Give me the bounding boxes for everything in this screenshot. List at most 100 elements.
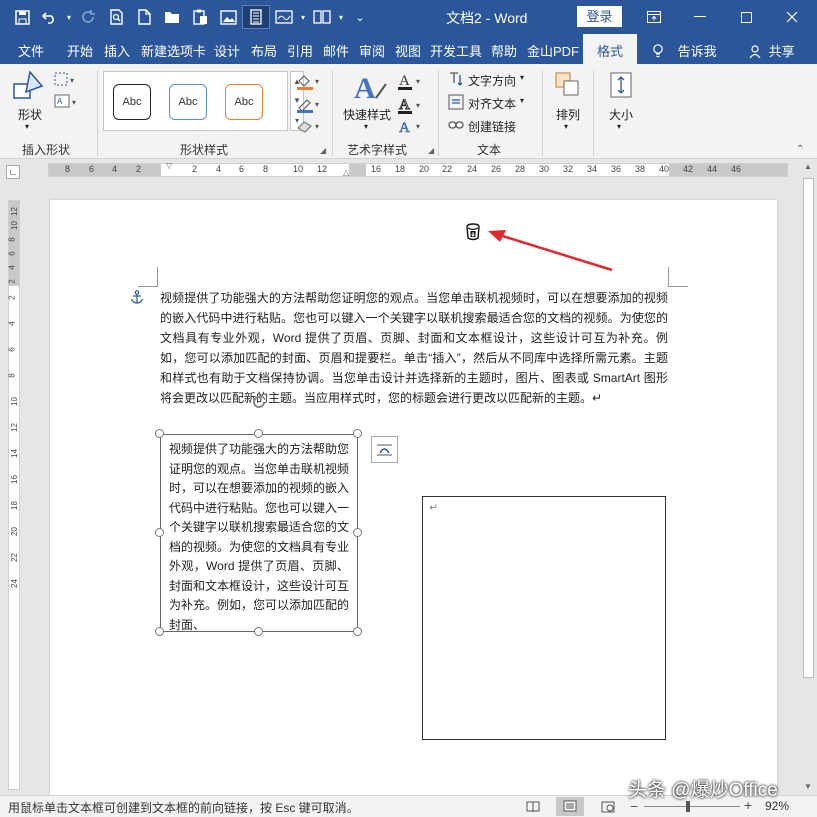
watermark: 头条 @爆炒Office — [628, 780, 778, 801]
quick-styles-button[interactable]: A 快速样式 ▾ — [340, 70, 396, 132]
link-cursor-icon — [466, 223, 480, 241]
layout-dropdown-icon[interactable]: ▾ — [298, 5, 308, 29]
ribbon-display-options-icon[interactable] — [631, 0, 677, 34]
link-icon — [448, 121, 464, 129]
more-icon[interactable]: ⌄ — [346, 5, 374, 29]
tab-references[interactable]: 引用 — [287, 41, 313, 60]
tab-kingsoft-pdf[interactable]: 金山PDF — [527, 41, 579, 60]
share-button[interactable]: 共享 — [749, 41, 795, 60]
open-icon[interactable] — [158, 5, 186, 29]
save-icon[interactable] — [8, 5, 36, 29]
align-text-label: 对齐文本 — [468, 97, 517, 111]
layout-options-button[interactable] — [371, 436, 398, 463]
indent-marker-icon[interactable]: ▽ — [166, 161, 172, 170]
ruler-column-gap — [349, 164, 366, 176]
tab-developer[interactable]: 开发工具 — [430, 41, 482, 60]
tab-format[interactable]: 格式 — [583, 34, 638, 64]
body-paragraph[interactable]: 视频提供了功能强大的方法帮助您证明您的观点。当您单击联机视频时，可以在想要添加的… — [160, 288, 668, 408]
horizontal-ruler[interactable]: 8 6 4 2 2 4 6 8 10 12 16 18 20 22 24 26 28 30 32 34 36 38 40 42… — [48, 161, 788, 177]
resize-handle[interactable] — [353, 429, 362, 438]
dialog-launcher-icon[interactable]: ◢ — [428, 146, 434, 155]
tab-home[interactable]: 开始 — [67, 41, 93, 60]
resize-handle[interactable] — [155, 627, 164, 636]
group-text-label: 文本 — [477, 143, 502, 157]
ruler-tick-label: 2 — [7, 295, 17, 300]
read-mode-view-icon[interactable] — [526, 801, 540, 813]
shape-style-gallery[interactable]: Abc Abc Abc — [103, 71, 288, 131]
shapes-button[interactable]: 形状 ▾ — [12, 70, 48, 131]
scrollbar-thumb[interactable] — [803, 178, 814, 678]
columns-icon[interactable] — [308, 5, 336, 29]
maximize-icon[interactable] — [723, 0, 769, 34]
columns-dropdown-icon[interactable]: ▾ — [336, 5, 346, 29]
scroll-up-icon[interactable]: ▲ — [804, 162, 812, 171]
text-fill-icon[interactable]: A ▾ — [397, 72, 425, 92]
shape-effects-icon[interactable]: ▾ — [295, 118, 323, 136]
image-icon[interactable] — [214, 5, 242, 29]
scroll-down-icon[interactable]: ▼ — [804, 782, 812, 791]
crop-mark — [138, 267, 158, 287]
tab-design[interactable]: 设计 — [214, 41, 240, 60]
paste-icon[interactable] — [186, 5, 214, 29]
size-button[interactable]: 大小 ▾ — [603, 70, 639, 132]
print-layout-view-icon[interactable] — [556, 797, 584, 816]
person-icon — [749, 45, 761, 59]
ruler-tick-label: 22 — [9, 553, 19, 562]
text-box-icon[interactable]: A ▾ — [54, 94, 80, 110]
zoom-slider[interactable] — [644, 801, 740, 812]
read-mode-icon[interactable] — [242, 5, 270, 29]
shape-style-black[interactable]: Abc — [113, 84, 151, 120]
ruler-tick-label: 24 — [9, 579, 19, 588]
dialog-launcher-icon[interactable]: ◢ — [320, 146, 326, 155]
undo-icon[interactable] — [36, 5, 64, 29]
tab-mailings[interactable]: 邮件 — [323, 41, 349, 60]
shape-fill-icon[interactable]: ▾ — [295, 73, 323, 91]
arrange-button[interactable]: 排列 ▾ — [550, 70, 586, 132]
rotate-handle-icon[interactable] — [249, 392, 269, 412]
align-text-button[interactable]: 对齐文本 ▾ — [448, 94, 538, 112]
tab-insert[interactable]: 插入 — [104, 41, 130, 60]
resize-handle[interactable] — [254, 627, 263, 636]
print-preview-icon[interactable] — [102, 5, 130, 29]
document-page[interactable]: 视频提供了功能强大的方法帮助您证明您的观点。当您单击联机视频时，可以在想要添加的… — [50, 200, 777, 800]
tell-me-search[interactable]: 告诉我 — [652, 41, 717, 60]
resize-handle[interactable] — [353, 627, 362, 636]
collapse-ribbon-icon[interactable]: ⌃ — [796, 144, 804, 155]
text-box-2[interactable]: ↵ — [422, 496, 666, 740]
text-effects-icon[interactable]: A ▾ — [397, 117, 425, 137]
resize-handle[interactable] — [353, 528, 362, 537]
minimize-icon[interactable] — [677, 0, 723, 34]
tab-selector-icon[interactable]: ∟ — [6, 165, 20, 179]
text-box-1[interactable]: 视频提供了功能强大的方法帮助您证明您的观点。当您单击联机视频时，可以在想要添加的… — [160, 434, 358, 632]
title-bar: ▾ ▾ ▾ ⌄ 文档2 - Word 登录 — [0, 0, 817, 34]
close-icon[interactable] — [769, 0, 815, 34]
ruler-tick-label: 6 — [7, 251, 17, 256]
vertical-ruler[interactable]: 12 10 8 6 4 2 2 4 6 8 10 12 14 16 18 20 22 24 — [8, 200, 20, 790]
shape-style-orange[interactable]: Abc — [225, 84, 263, 120]
resize-handle[interactable] — [254, 429, 263, 438]
login-button[interactable]: 登录 — [577, 6, 622, 27]
undo-dropdown-icon[interactable]: ▾ — [64, 5, 74, 29]
text-direction-button[interactable]: 文字方向 ▾ — [448, 71, 538, 89]
web-layout-view-icon[interactable] — [601, 801, 615, 813]
edit-shape-icon[interactable]: ▾ — [54, 72, 78, 88]
ruler-tick-label: 8 — [7, 373, 17, 378]
layout-icon[interactable] — [270, 5, 298, 29]
redo-icon[interactable] — [74, 5, 102, 29]
right-indent-marker-icon[interactable]: △ — [343, 168, 349, 177]
shape-style-blue[interactable]: Abc — [169, 84, 207, 120]
tab-new-tab[interactable]: 新建选项卡 — [141, 41, 206, 60]
vertical-scrollbar[interactable]: ▲ ▼ — [800, 160, 817, 795]
resize-handle[interactable] — [155, 528, 164, 537]
zoom-slider-thumb[interactable] — [686, 801, 691, 812]
resize-handle[interactable] — [155, 429, 164, 438]
tab-layout[interactable]: 布局 — [251, 41, 277, 60]
text-outline-icon[interactable]: A ▾ — [397, 96, 425, 116]
create-link-button[interactable]: 创建链接 — [448, 117, 538, 135]
tab-review[interactable]: 审阅 — [359, 41, 385, 60]
new-doc-icon[interactable] — [130, 5, 158, 29]
tab-view[interactable]: 视图 — [395, 41, 421, 60]
tab-file[interactable]: 文件 — [18, 41, 44, 60]
shape-outline-icon[interactable]: ▾ — [295, 96, 323, 114]
tab-help[interactable]: 帮助 — [491, 41, 517, 60]
